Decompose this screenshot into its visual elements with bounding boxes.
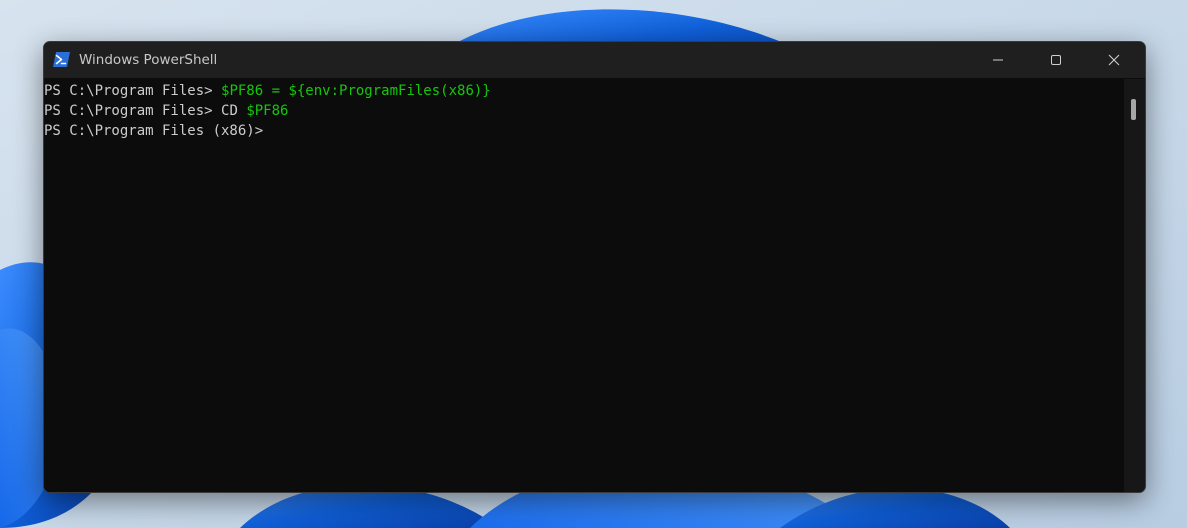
maximize-button[interactable] (1027, 42, 1085, 78)
minimize-icon (993, 59, 1003, 61)
powershell-icon (53, 52, 70, 67)
console-command-argument: $PF86 (246, 103, 289, 119)
scrollbar-thumb[interactable] (1131, 99, 1136, 120)
close-icon (1108, 54, 1120, 66)
console-prompt: PS C:\Program Files (x86)> (44, 123, 264, 139)
powershell-window: Windows PowerShell PS C:\Program Files> … (43, 41, 1146, 493)
console-prompt: PS C:\Program Files> (44, 83, 222, 99)
title-bar[interactable]: Windows PowerShell (44, 42, 1145, 78)
vertical-scrollbar[interactable] (1124, 79, 1145, 492)
maximize-icon (1051, 55, 1061, 65)
console-line: PS C:\Program Files> $PF86 = ${env:Progr… (44, 81, 491, 101)
console-line: PS C:\Program Files> CD $PF86 (44, 101, 288, 121)
window-title: Windows PowerShell (79, 52, 218, 68)
console-command: $PF86 = ${env:ProgramFiles(x86)} (221, 83, 491, 99)
console-line: PS C:\Program Files (x86)> (44, 121, 263, 141)
minimize-button[interactable] (969, 42, 1027, 78)
console-prompt: PS C:\Program Files> (44, 103, 222, 119)
console-command-keyword: CD (221, 103, 247, 119)
close-button[interactable] (1085, 42, 1143, 78)
console-output[interactable]: PS C:\Program Files> $PF86 = ${env:Progr… (44, 79, 1124, 492)
